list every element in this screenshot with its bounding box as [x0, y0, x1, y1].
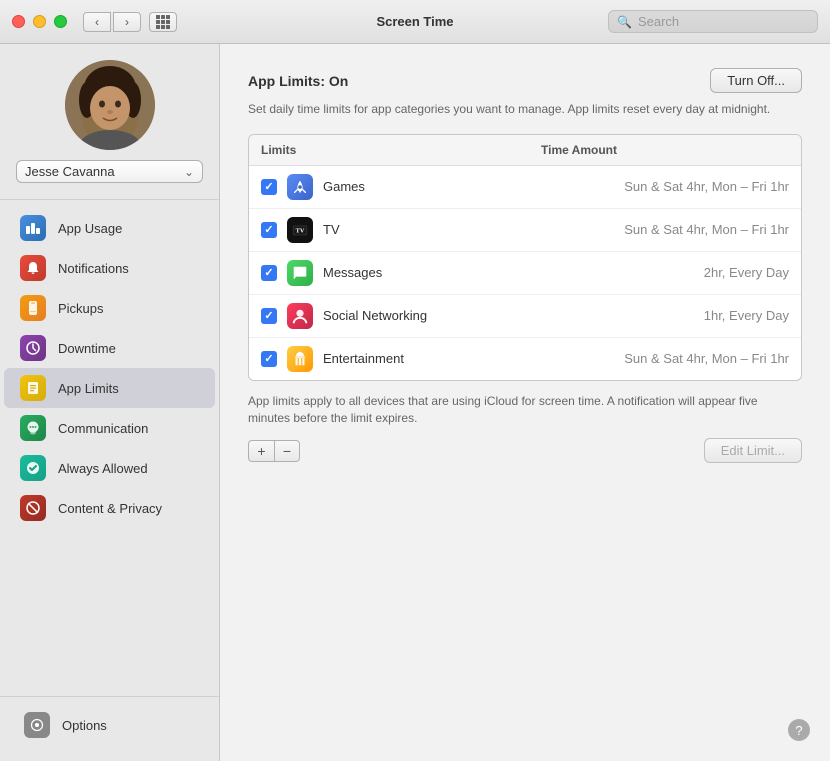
help-button[interactable]: ? — [788, 719, 810, 741]
forward-button[interactable]: › — [113, 12, 141, 32]
table-row[interactable]: ✓ TV TV Sun & Sat 4hr, Mon – Fri 1hr — [249, 209, 801, 252]
app-limits-title: App Limits: On — [248, 73, 348, 89]
row-name-entertainment: Entertainment — [323, 351, 614, 366]
app-limits-icon — [20, 375, 46, 401]
games-icon — [287, 174, 313, 200]
search-input[interactable]: Search — [638, 14, 809, 29]
turn-off-button[interactable]: Turn Off... — [710, 68, 802, 93]
always-allowed-icon — [20, 455, 46, 481]
pickups-icon — [20, 295, 46, 321]
sidebar-bottom: Options — [0, 696, 219, 753]
entertainment-icon — [287, 346, 313, 372]
row-checkbox-entertainment[interactable]: ✓ — [261, 351, 277, 367]
communication-icon — [20, 415, 46, 441]
sidebar-item-label: Content & Privacy — [58, 501, 162, 516]
row-name-social: Social Networking — [323, 308, 694, 323]
sidebar-item-label: Options — [62, 718, 107, 733]
social-networking-icon — [287, 303, 313, 329]
user-name-label: Jesse Cavanna — [25, 164, 184, 179]
user-selector[interactable]: Jesse Cavanna ⌄ — [16, 160, 203, 183]
user-section: Jesse Cavanna ⌄ — [0, 60, 219, 200]
add-remove-buttons: + − — [248, 440, 300, 462]
col-time-header: Time Amount — [541, 143, 617, 157]
content-privacy-icon — [20, 495, 46, 521]
footer-text: App limits apply to all devices that are… — [248, 393, 802, 427]
sidebar-item-content-privacy[interactable]: Content & Privacy — [4, 488, 215, 528]
row-name-games: Games — [323, 179, 614, 194]
checkmark-icon: ✓ — [264, 352, 273, 365]
close-button[interactable] — [12, 15, 25, 28]
content-area: App Limits: On Turn Off... Set daily tim… — [220, 44, 830, 761]
back-button[interactable]: ‹ — [83, 12, 111, 32]
sidebar-item-options[interactable]: Options — [8, 705, 211, 745]
remove-limit-button[interactable]: − — [274, 440, 300, 462]
sidebar-item-pickups[interactable]: Pickups — [4, 288, 215, 328]
row-time-messages: 2hr, Every Day — [704, 265, 789, 280]
sidebar-item-downtime[interactable]: Downtime — [4, 328, 215, 368]
checkmark-icon: ✓ — [264, 266, 273, 279]
table-row[interactable]: ✓ Social Networking 1hr, Every Day — [249, 295, 801, 338]
checkmark-icon: ✓ — [264, 309, 273, 322]
table-header: Limits Time Amount — [249, 135, 801, 166]
messages-icon — [287, 260, 313, 286]
window-title: Screen Time — [376, 14, 453, 29]
sidebar-item-label: Downtime — [58, 341, 116, 356]
grid-icon — [156, 15, 170, 29]
chevron-down-icon: ⌄ — [184, 165, 194, 179]
row-checkbox-social[interactable]: ✓ — [261, 308, 277, 324]
action-buttons: + − Edit Limit... — [248, 438, 802, 463]
row-name-tv: TV — [323, 222, 614, 237]
app-usage-icon — [20, 215, 46, 241]
checkmark-icon: ✓ — [264, 223, 273, 236]
row-time-games: Sun & Sat 4hr, Mon – Fri 1hr — [624, 179, 789, 194]
avatar — [65, 60, 155, 150]
description-text: Set daily time limits for app categories… — [248, 101, 802, 118]
options-icon — [24, 712, 50, 738]
row-checkbox-games[interactable]: ✓ — [261, 179, 277, 195]
sidebar-item-communication[interactable]: Communication — [4, 408, 215, 448]
edit-limit-button[interactable]: Edit Limit... — [704, 438, 802, 463]
titlebar: ‹ › Screen Time 🔍 Search — [0, 0, 830, 44]
main-layout: Jesse Cavanna ⌄ App Usage — [0, 44, 830, 761]
sidebar: Jesse Cavanna ⌄ App Usage — [0, 44, 220, 761]
row-time-entertainment: Sun & Sat 4hr, Mon – Fri 1hr — [624, 351, 789, 366]
col-limits-header: Limits — [261, 143, 541, 157]
traffic-lights — [12, 15, 67, 28]
sidebar-item-always-allowed[interactable]: Always Allowed — [4, 448, 215, 488]
sidebar-item-label: App Usage — [58, 221, 122, 236]
table-row[interactable]: ✓ Games Sun & Sat 4hr, Mon – Fri 1hr — [249, 166, 801, 209]
row-name-messages: Messages — [323, 265, 694, 280]
sidebar-item-label: Always Allowed — [58, 461, 148, 476]
sidebar-item-app-usage[interactable]: App Usage — [4, 208, 215, 248]
sidebar-item-notifications[interactable]: Notifications — [4, 248, 215, 288]
sidebar-item-app-limits[interactable]: App Limits — [4, 368, 215, 408]
row-checkbox-tv[interactable]: ✓ — [261, 222, 277, 238]
checkmark-icon: ✓ — [264, 180, 273, 193]
svg-text:TV: TV — [296, 227, 305, 234]
sidebar-item-label: Notifications — [58, 261, 129, 276]
search-bar[interactable]: 🔍 Search — [608, 10, 818, 33]
notifications-icon — [20, 255, 46, 281]
nav-buttons: ‹ › — [83, 12, 141, 32]
row-time-tv: Sun & Sat 4hr, Mon – Fri 1hr — [624, 222, 789, 237]
table-row[interactable]: ✓ Messages 2hr, Every Day — [249, 252, 801, 295]
downtime-icon — [20, 335, 46, 361]
maximize-button[interactable] — [54, 15, 67, 28]
minimize-button[interactable] — [33, 15, 46, 28]
tv-icon: TV — [287, 217, 313, 243]
add-limit-button[interactable]: + — [248, 440, 274, 462]
limits-table: Limits Time Amount ✓ Games Sun & S — [248, 134, 802, 381]
row-checkbox-messages[interactable]: ✓ — [261, 265, 277, 281]
table-row[interactable]: ✓ Entertainme — [249, 338, 801, 380]
sidebar-item-label: App Limits — [58, 381, 119, 396]
row-time-social: 1hr, Every Day — [704, 308, 789, 323]
sidebar-item-label: Pickups — [58, 301, 104, 316]
app-limits-header: App Limits: On Turn Off... — [248, 68, 802, 93]
search-icon: 🔍 — [617, 15, 632, 29]
grid-button[interactable] — [149, 12, 177, 32]
sidebar-item-label: Communication — [58, 421, 148, 436]
nav-items-list: App Usage Notifications — [0, 208, 219, 688]
